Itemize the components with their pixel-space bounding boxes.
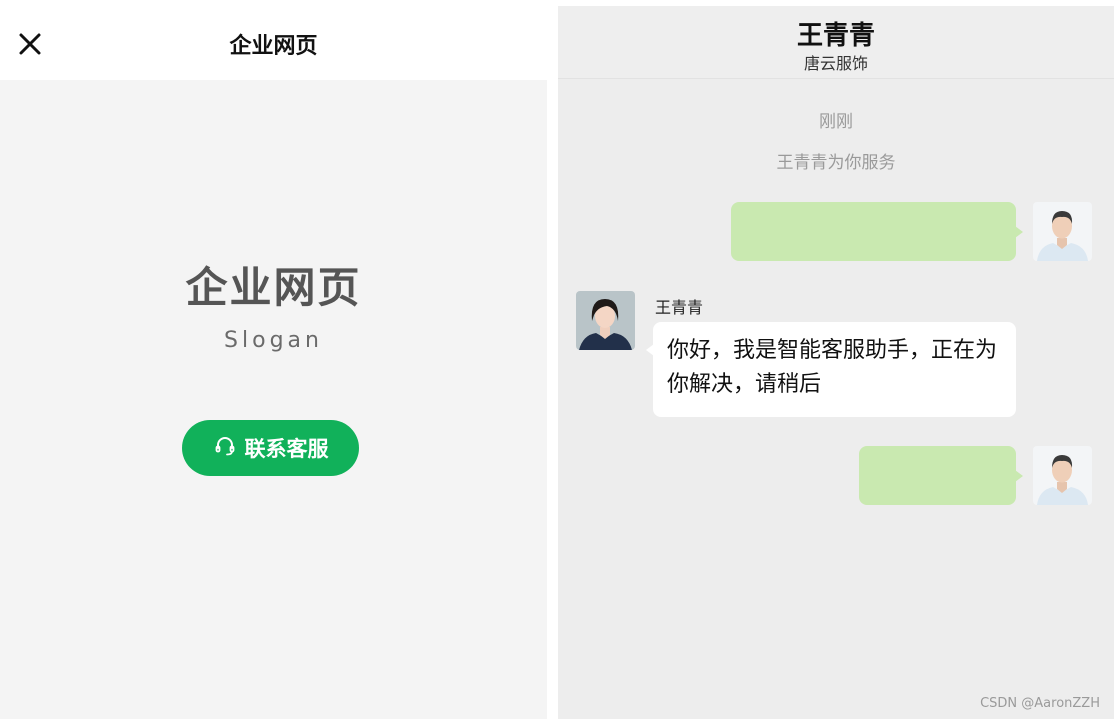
incoming-message-bubble[interactable]: 你好，我是智能客服助手，正在为你解决，请稍后 (646, 322, 1016, 417)
message-timestamp: 刚刚 (819, 112, 853, 132)
outgoing-message-bubble[interactable] (731, 202, 1023, 261)
chat-panel: 王青青 唐云服饰 刚刚 王青青为你服务 王青青 你好，我是智能客服助手，正在为你… (558, 6, 1114, 719)
headset-icon (213, 434, 237, 462)
system-message: 王青青为你服务 (776, 153, 896, 173)
enterprise-name: 企业网页 (185, 263, 362, 312)
chat-contact-company: 唐云服饰 (803, 54, 868, 73)
chat-header: 王青青 唐云服饰 (558, 6, 1114, 79)
slogan-text: Slogan (224, 328, 323, 353)
agent-avatar[interactable] (576, 291, 635, 350)
contact-service-label: 联系客服 (244, 437, 329, 461)
watermark: CSDN @AaronZZH (980, 696, 1100, 711)
chat-contact-name: 王青青 (796, 21, 875, 51)
panel-divider (547, 0, 558, 719)
webpage-header: 企业网页 (0, 6, 547, 80)
enterprise-webpage-panel: 企业网页 企业网页 Slogan 联系客服 (0, 6, 547, 719)
contact-service-button[interactable]: 联系客服 (182, 420, 359, 476)
user-avatar[interactable] (1033, 202, 1092, 261)
screenshot-root: 企业网页 企业网页 Slogan 联系客服 王青青 唐云服饰 刚刚 王青青为你服… (0, 0, 1119, 719)
agent-name-label: 王青青 (655, 298, 704, 317)
page-title: 企业网页 (229, 34, 318, 59)
outgoing-message-bubble[interactable] (859, 446, 1023, 505)
user-avatar[interactable] (1033, 446, 1092, 505)
